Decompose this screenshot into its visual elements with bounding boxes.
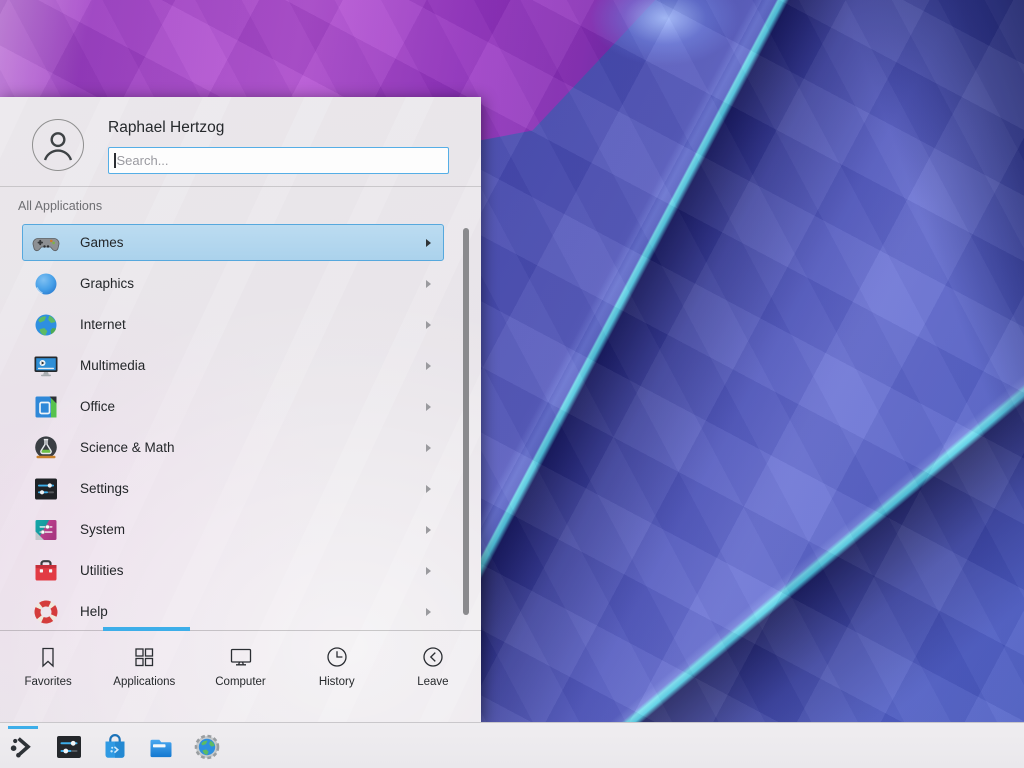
submenu-arrow-icon	[426, 485, 431, 493]
internet-icon	[32, 311, 60, 339]
category-label: System	[80, 522, 426, 537]
application-launcher-menu: Raphael Hertzog Search... All Applicatio…	[0, 97, 481, 722]
submenu-arrow-icon	[426, 608, 431, 616]
tab-label: History	[319, 676, 355, 688]
menu-footer-tabs: Favorites Applications Computer	[0, 630, 481, 722]
category-label: Office	[80, 399, 426, 414]
category-office[interactable]: Office	[22, 388, 444, 425]
kickoff-icon	[8, 732, 38, 762]
office-icon	[32, 393, 60, 421]
taskbar-panel: ES 7:03 PM 4/24/21	[0, 722, 1024, 768]
system-settings-icon	[54, 732, 84, 762]
tab-label: Applications	[113, 676, 175, 688]
scrollbar[interactable]	[463, 228, 469, 615]
tab-label: Leave	[417, 676, 448, 688]
section-label: All Applications	[18, 199, 102, 213]
tab-history[interactable]: History	[289, 631, 385, 722]
menu-header: Raphael Hertzog Search...	[0, 97, 481, 186]
launcher-active-indicator	[8, 726, 38, 729]
tab-label: Favorites	[24, 676, 71, 688]
category-utilities[interactable]: Utilities	[22, 552, 444, 589]
category-label: Science & Math	[80, 440, 426, 455]
discover-bag-icon	[100, 732, 130, 762]
category-label: Utilities	[80, 563, 426, 578]
category-settings[interactable]: Settings	[22, 470, 444, 507]
category-science-math[interactable]: Science & Math	[22, 429, 444, 466]
category-label: Multimedia	[80, 358, 426, 373]
category-label: Internet	[80, 317, 426, 332]
submenu-arrow-icon	[426, 239, 431, 247]
utilities-icon	[32, 557, 60, 585]
category-system[interactable]: System	[22, 511, 444, 548]
category-list: Games Graphics	[22, 224, 444, 630]
category-label: Settings	[80, 481, 426, 496]
graphics-icon	[32, 270, 60, 298]
category-games[interactable]: Games	[22, 224, 444, 261]
tab-label: Computer	[215, 676, 266, 688]
submenu-arrow-icon	[426, 526, 431, 534]
submenu-arrow-icon	[426, 567, 431, 575]
tab-leave[interactable]: Leave	[385, 631, 481, 722]
globe-gear-icon	[192, 732, 222, 762]
submenu-arrow-icon	[426, 321, 431, 329]
search-input[interactable]: Search...	[108, 147, 449, 174]
folder-icon	[146, 732, 176, 762]
leave-circle-icon	[420, 644, 446, 670]
tab-computer[interactable]: Computer	[192, 631, 288, 722]
submenu-arrow-icon	[426, 403, 431, 411]
user-name: Raphael Hertzog	[108, 119, 224, 137]
desktop: { "menu": { "user_name": "Raphael Hertzo…	[0, 0, 1024, 768]
web-browser-button[interactable]	[192, 732, 222, 762]
category-label: Help	[80, 604, 426, 619]
tab-favorites[interactable]: Favorites	[0, 631, 96, 722]
search-placeholder: Search...	[117, 153, 169, 168]
category-label: Graphics	[80, 276, 426, 291]
category-internet[interactable]: Internet	[22, 306, 444, 343]
multimedia-icon	[32, 352, 60, 380]
monitor-icon	[228, 644, 254, 670]
header-separator	[0, 186, 481, 187]
submenu-arrow-icon	[426, 444, 431, 452]
submenu-arrow-icon	[426, 362, 431, 370]
category-multimedia[interactable]: Multimedia	[22, 347, 444, 384]
category-label: Games	[80, 235, 426, 250]
tab-applications[interactable]: Applications	[96, 631, 192, 722]
system-icon	[32, 516, 60, 544]
clock-icon	[324, 644, 350, 670]
category-help[interactable]: Help	[22, 593, 444, 630]
science-icon	[32, 434, 60, 462]
file-manager-button[interactable]	[146, 732, 176, 762]
system-settings-button[interactable]	[54, 732, 84, 762]
person-icon	[39, 126, 77, 164]
discover-button[interactable]	[100, 732, 130, 762]
help-icon	[32, 598, 60, 626]
settings-icon	[32, 475, 60, 503]
submenu-arrow-icon	[426, 280, 431, 288]
text-cursor	[114, 153, 116, 168]
user-avatar[interactable]	[32, 119, 84, 171]
games-icon	[32, 229, 60, 257]
category-graphics[interactable]: Graphics	[22, 265, 444, 302]
grid-icon	[131, 644, 157, 670]
bookmark-icon	[35, 644, 61, 670]
active-tab-indicator	[103, 627, 190, 631]
application-launcher-button[interactable]	[8, 732, 38, 762]
